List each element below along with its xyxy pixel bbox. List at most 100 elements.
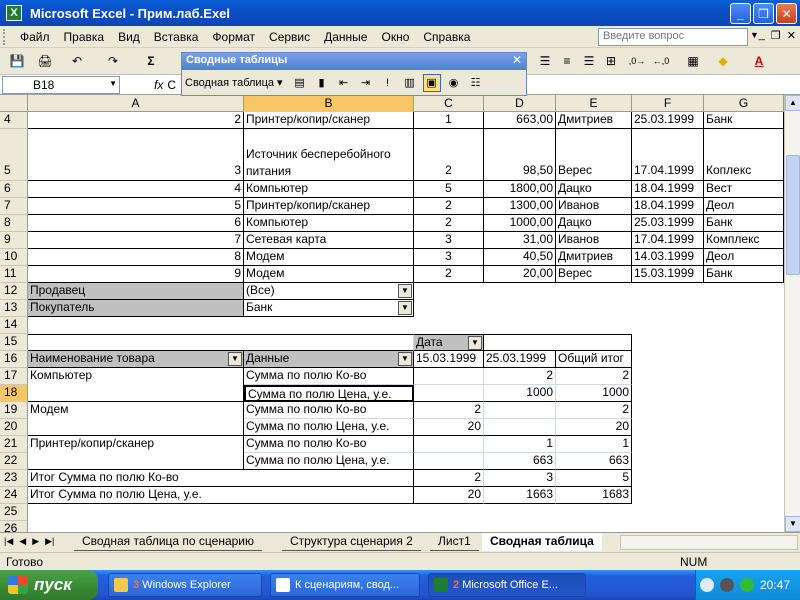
font-color-icon[interactable]: A bbox=[750, 52, 768, 70]
cell[interactable] bbox=[484, 334, 632, 351]
date-column-header[interactable]: 25.03.1999 bbox=[484, 351, 556, 368]
merge-center-icon[interactable]: ⊞ bbox=[602, 52, 620, 70]
align-center-icon[interactable]: ≡ bbox=[558, 52, 576, 70]
row-header[interactable]: 26 bbox=[0, 521, 28, 532]
pivot-value[interactable]: 20 bbox=[414, 419, 484, 436]
seller-dropdown-icon[interactable]: ▼ bbox=[398, 284, 412, 298]
cell[interactable]: Принтер/копир/сканер bbox=[244, 198, 414, 215]
row-header[interactable]: 11 bbox=[0, 266, 28, 283]
cell[interactable]: 2 bbox=[28, 112, 244, 129]
pivot-value[interactable] bbox=[484, 402, 556, 419]
pivot-total-value[interactable]: 1663 bbox=[484, 487, 556, 504]
column-field-date[interactable]: Дата ▼ bbox=[414, 334, 484, 351]
row-header[interactable]: 5 bbox=[0, 129, 28, 181]
name-box-dropdown-icon[interactable]: ▼ bbox=[109, 79, 117, 88]
cell[interactable]: 2 bbox=[414, 215, 484, 232]
cell[interactable]: 2 bbox=[414, 129, 484, 181]
start-button[interactable]: пуск bbox=[0, 570, 98, 600]
doc-close-button[interactable]: ✕ bbox=[787, 29, 796, 42]
row-header[interactable]: 12 bbox=[0, 283, 28, 300]
pivot-measure-label-selected[interactable]: Сумма по полю Цена, у.е. bbox=[244, 385, 414, 402]
column-header-b[interactable]: B bbox=[244, 95, 414, 112]
cell[interactable]: Компьютер bbox=[244, 215, 414, 232]
pivot-total[interactable]: 1 bbox=[556, 436, 632, 453]
row-header[interactable]: 19 bbox=[0, 402, 28, 419]
column-header-f[interactable]: F bbox=[632, 95, 704, 112]
cell[interactable]: 2 bbox=[414, 266, 484, 283]
data-field[interactable]: Данные ▼ bbox=[244, 351, 414, 368]
cell[interactable]: Компьютер bbox=[244, 181, 414, 198]
print-icon[interactable]: 🖨 bbox=[36, 52, 54, 70]
menu-help[interactable]: Справка bbox=[416, 30, 477, 44]
row-header[interactable]: 22 bbox=[0, 453, 28, 470]
column-header-c[interactable]: C bbox=[414, 95, 484, 112]
align-right-icon[interactable]: ☰ bbox=[580, 52, 598, 70]
cell[interactable]: 18.04.1999 bbox=[632, 198, 704, 215]
tray-app-icon[interactable] bbox=[719, 578, 734, 592]
cell[interactable]: 18.04.1999 bbox=[632, 181, 704, 198]
cell[interactable]: 31,00 bbox=[484, 232, 556, 249]
doc-minimize-button[interactable]: _ bbox=[759, 29, 765, 42]
cell[interactable]: 2 bbox=[414, 198, 484, 215]
row-header[interactable]: 21 bbox=[0, 436, 28, 453]
pivot-total[interactable]: 1000 bbox=[556, 385, 632, 402]
column-header-a[interactable]: A bbox=[28, 95, 244, 112]
cell[interactable]: Верес bbox=[556, 129, 632, 181]
date-column-header[interactable]: 15.03.1999 bbox=[414, 351, 484, 368]
tray-network-icon[interactable] bbox=[739, 578, 754, 592]
column-header-e[interactable]: E bbox=[556, 95, 632, 112]
row-field-product[interactable]: Наименование товара ▼ bbox=[28, 351, 244, 368]
hide-detail-icon[interactable]: ⇤ bbox=[335, 74, 353, 92]
next-sheet-icon[interactable]: ▶ bbox=[32, 536, 39, 547]
cell[interactable]: Модем bbox=[244, 266, 414, 283]
clock[interactable]: 20:47 bbox=[760, 578, 790, 592]
pivot-measure-label[interactable]: Сумма по полю Цена, у.е. bbox=[244, 453, 414, 470]
name-box[interactable]: B18 ▼ bbox=[2, 75, 120, 94]
row-header[interactable]: 25 bbox=[0, 504, 28, 521]
cell[interactable]: Вест bbox=[704, 181, 784, 198]
pivot-total[interactable]: 20 bbox=[556, 419, 632, 436]
select-all-button[interactable] bbox=[0, 95, 28, 112]
pivot-total-value[interactable]: 20 bbox=[414, 487, 484, 504]
sheet-tab[interactable]: Структура сценария 2 bbox=[282, 533, 421, 551]
pivot-toolbar-close-icon[interactable]: ✕ bbox=[512, 53, 522, 67]
sheet-tab-active[interactable]: Сводная таблица bbox=[482, 533, 602, 551]
row-header[interactable]: 4 bbox=[0, 112, 28, 129]
pivot-total[interactable]: 2 bbox=[556, 368, 632, 385]
cell[interactable]: 14.03.1999 bbox=[632, 249, 704, 266]
pivot-total[interactable]: 2 bbox=[556, 402, 632, 419]
pivot-measure-label[interactable]: Сумма по полю Цена, у.е. bbox=[244, 419, 414, 436]
pivot-value[interactable] bbox=[484, 419, 556, 436]
pivot-value[interactable]: 1000 bbox=[484, 385, 556, 402]
pivot-total-qty-label[interactable]: Итог Сумма по полю Ко-во bbox=[28, 470, 414, 487]
decrease-decimal-icon[interactable]: ←,0 bbox=[652, 52, 670, 70]
cell[interactable]: 1800,00 bbox=[484, 181, 556, 198]
pivot-value[interactable]: 2 bbox=[484, 368, 556, 385]
chart-wizard-icon[interactable]: ▮ bbox=[313, 74, 331, 92]
row-header[interactable]: 16 bbox=[0, 351, 28, 368]
page-field-seller-label[interactable]: Продавец bbox=[28, 283, 244, 300]
menu-tools[interactable]: Сервис bbox=[262, 30, 317, 44]
row-header[interactable]: 7 bbox=[0, 198, 28, 215]
cell[interactable]: 25.03.1999 bbox=[632, 215, 704, 232]
cell[interactable]: Иванов bbox=[556, 198, 632, 215]
undo-icon[interactable]: ↶ bbox=[68, 52, 86, 70]
close-button[interactable]: ✕ bbox=[776, 3, 797, 24]
cell[interactable]: Верес bbox=[556, 266, 632, 283]
cell[interactable]: Источник бесперебойного питания bbox=[244, 129, 414, 181]
row-header[interactable]: 9 bbox=[0, 232, 28, 249]
menu-data[interactable]: Данные bbox=[317, 30, 374, 44]
last-sheet-icon[interactable]: ▶| bbox=[45, 536, 54, 547]
redo-icon[interactable]: ↷ bbox=[104, 52, 122, 70]
minimize-button[interactable]: _ bbox=[730, 3, 751, 24]
page-field-seller-value[interactable]: (Все) ▼ bbox=[244, 283, 414, 300]
taskbar-item-document[interactable]: К сценариям, свод... bbox=[270, 573, 420, 597]
row-header[interactable]: 8 bbox=[0, 215, 28, 232]
cell[interactable]: Дацко bbox=[556, 181, 632, 198]
pivot-value[interactable] bbox=[414, 453, 484, 470]
cell[interactable]: Банк bbox=[704, 215, 784, 232]
cell[interactable]: 3 bbox=[28, 129, 244, 181]
cell[interactable]: 1300,00 bbox=[484, 198, 556, 215]
cell[interactable]: 1000,00 bbox=[484, 215, 556, 232]
pivot-value[interactable]: 1 bbox=[484, 436, 556, 453]
